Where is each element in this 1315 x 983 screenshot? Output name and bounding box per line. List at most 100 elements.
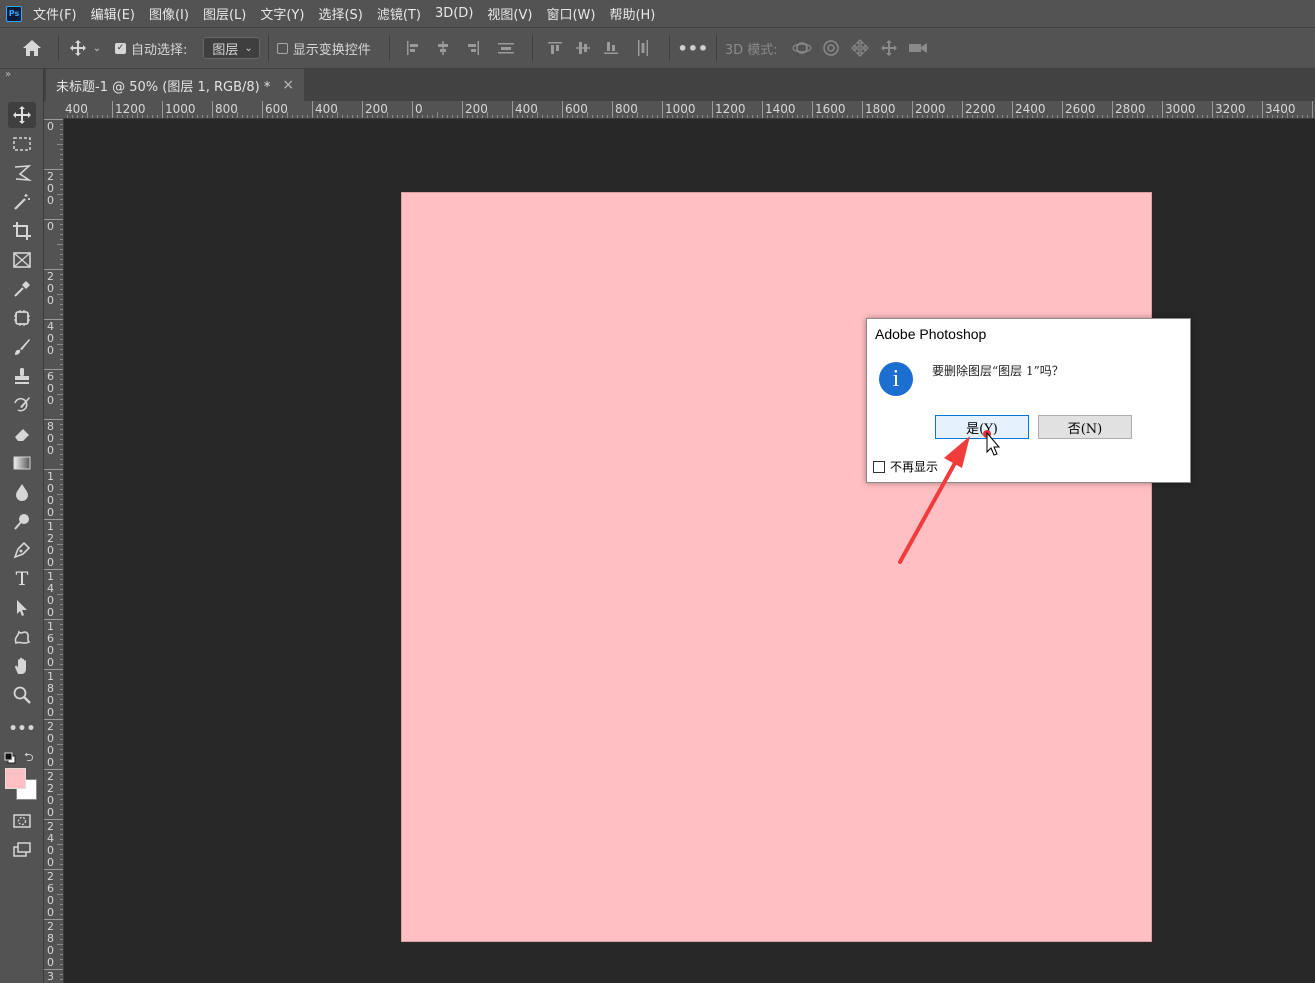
align-vcenter-icon[interactable] [569,40,597,56]
3d-camera-icon[interactable] [904,41,933,55]
horizontal-ruler[interactable]: 400 1200 1000 800 600 400 200 0 200 400 600 800 1000… [44,101,1315,119]
dont-show-again-checkbox[interactable] [873,460,885,473]
lasso-tool-icon[interactable] [8,160,36,186]
menu-window[interactable]: 窗口(W) [546,4,595,23]
move-tool-icon[interactable] [67,39,89,57]
ruler-minor-tick [60,964,63,965]
menu-type[interactable]: 文字(Y) [260,4,304,23]
vertical-ruler[interactable]: 0 2 0 0 0 2 0 0 4 0 0 6 0 0 8 0 0 1 0 0 01 2 0 … [44,119,64,983]
history-brush-tool-icon[interactable] [8,392,36,418]
ruler-minor-tick [60,259,63,260]
ruler-minor-tick [57,744,63,745]
ruler-minor-tick [60,739,63,740]
3d-roll-icon[interactable] [817,39,846,57]
patch-tool-icon[interactable] [8,305,36,331]
document-tab[interactable]: 未标题-1 @ 50% (图层 1, RGB/8) * × [46,69,305,101]
screen-mode-icon[interactable] [8,837,36,863]
move-tool-icon[interactable] [8,102,36,128]
auto-select-dropdown[interactable]: 图层 ⌄ [203,37,260,59]
ruler-minor-tick [60,164,63,165]
ruler-tick [44,319,63,320]
path-selection-tool-icon[interactable] [8,595,36,621]
menu-image[interactable]: 图像(I) [149,4,189,23]
type-tool-icon[interactable]: T [8,566,36,592]
gradient-tool-icon[interactable] [8,450,36,476]
ruler-tick [44,719,63,720]
blur-tool-icon[interactable] [8,479,36,505]
marquee-tool-icon[interactable] [8,131,36,157]
menu-layer[interactable]: 图层(L) [203,4,246,23]
eraser-tool-icon[interactable] [8,421,36,447]
ruler-minor-tick [60,279,63,280]
ruler-minor-tick [60,399,63,400]
ruler-minor-tick [802,115,803,118]
home-icon[interactable] [20,39,44,57]
zoom-tool-icon[interactable] [8,682,36,708]
dodge-tool-icon[interactable] [8,508,36,534]
align-top-icon[interactable] [541,40,569,56]
yes-button[interactable]: 是(Y) [935,415,1029,439]
align-bottom-icon[interactable] [597,40,625,56]
menu-edit[interactable]: 编辑(E) [91,4,135,23]
menu-3d[interactable]: 3D(D) [435,6,473,21]
ruler-minor-tick [60,909,63,910]
ruler-origin[interactable] [44,101,64,119]
menu-file[interactable]: 文件(F) [33,4,77,23]
menu-help[interactable]: 帮助(H) [609,4,655,23]
no-button[interactable]: 否(N) [1038,415,1132,439]
menu-select[interactable]: 选择(S) [318,4,362,23]
ruler-minor-tick [652,115,653,118]
distribute-vertical-icon[interactable] [488,40,524,56]
align-hcenter-icon[interactable] [428,40,458,56]
ruler-minor-tick [60,859,63,860]
ruler-minor-tick [60,884,63,885]
auto-select-checkbox[interactable]: ✓ [115,42,126,54]
ruler-minor-tick [60,754,63,755]
ruler-minor-tick [60,214,63,215]
magic-wand-tool-icon[interactable] [8,189,36,215]
ruler-minor-tick [60,814,63,815]
ruler-tick [44,519,63,520]
ruler-minor-tick [60,354,63,355]
more-options-icon[interactable]: ••• [677,39,708,58]
ruler-minor-tick [917,115,918,118]
ruler-tick [44,619,63,620]
collapse-panel-icon[interactable]: » [5,69,11,80]
foreground-color-swatch[interactable] [5,768,26,789]
menu-view[interactable]: 视图(V) [487,4,532,23]
close-icon[interactable]: × [282,77,294,93]
ruler-minor-tick [1152,115,1153,118]
crop-tool-icon[interactable] [8,218,36,244]
swap-colors-icon[interactable]: ⮌ [24,748,38,764]
document-canvas[interactable] [401,192,1152,942]
custom-shape-tool-icon[interactable] [8,624,36,650]
ruler-tick-label: 6 0 0 [47,370,54,407]
ruler-tick-label: 400 [315,102,338,116]
quick-mask-icon[interactable] [8,808,36,834]
frame-tool-icon[interactable] [8,247,36,273]
default-colors-icon[interactable] [4,749,16,764]
3d-orbit-icon[interactable] [788,39,817,57]
chevron-down-icon[interactable]: ⌄ [89,43,105,54]
dont-show-again-option[interactable]: 不再显示 [873,458,938,475]
ruler-minor-tick [57,694,63,695]
ruler-minor-tick [60,184,63,185]
distribute-horizontal-icon[interactable] [625,39,661,57]
eyedropper-tool-icon[interactable] [8,276,36,302]
align-right-icon[interactable] [458,40,488,56]
ruler-minor-tick [147,115,148,118]
show-transform-checkbox[interactable] [276,42,288,54]
menu-filter[interactable]: 滤镜(T) [377,4,421,23]
ruler-minor-tick [60,599,63,600]
more-tools-icon[interactable]: ••• [8,716,36,742]
pen-tool-icon[interactable] [8,537,36,563]
align-left-icon[interactable] [398,40,428,56]
3d-slide-icon[interactable] [875,39,904,57]
ruler-minor-tick [60,829,63,830]
ruler-minor-tick [297,115,298,118]
ruler-minor-tick [60,489,63,490]
hand-tool-icon[interactable] [8,653,36,679]
clone-stamp-tool-icon[interactable] [8,363,36,389]
brush-tool-icon[interactable] [8,334,36,360]
3d-drag-icon[interactable] [846,39,875,57]
